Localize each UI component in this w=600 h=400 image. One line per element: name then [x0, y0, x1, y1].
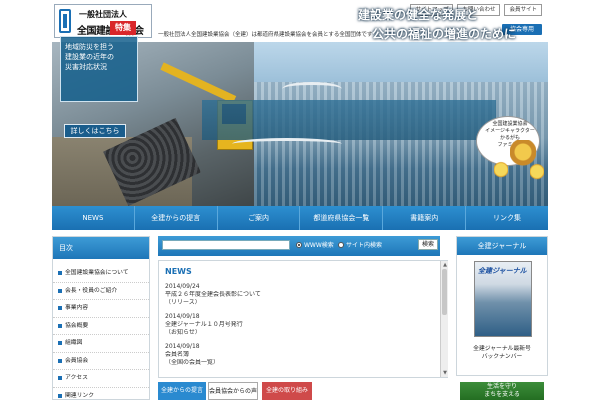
journal-caption: 全建ジャーナル最新号 バックナンバー: [457, 345, 547, 361]
news-date: 2014/09/18: [165, 343, 200, 350]
site-tagline: 一般社団法人全国建設業協会（全建）は都道府県建設業協会を会員とする全国団体です: [158, 32, 373, 38]
news-headline: 会員名簿: [165, 351, 190, 358]
scroll-up-icon[interactable]: ▲: [442, 262, 448, 268]
news-date: 2014/09/24: [165, 283, 200, 290]
green-banner-line-1: 生活を守り: [486, 383, 517, 390]
news-panel: NEWS 2014/09/24 平成２６年度全建会長表彰について （リリース） …: [158, 260, 448, 378]
site-logo[interactable]: 一般社団法人 全国建設業協会: [54, 4, 152, 38]
journal-section-title: 全建ジャーナル: [457, 237, 547, 255]
news-scroll-thumb[interactable]: [442, 269, 447, 315]
journal-latest-link[interactable]: 全建ジャーナル最新号: [457, 345, 547, 353]
feature-line-1: 地域防災を担う: [65, 43, 114, 51]
search-bar: WWW検索 サイト内検索: [158, 236, 440, 256]
feature-line-2: 建設業の近年の: [65, 53, 114, 61]
search-button[interactable]: 検索: [418, 239, 438, 250]
page: 一般社団法人 全国建設業協会 一般社団法人全国建設業協会（全建）は都道府県建設業…: [0, 0, 600, 400]
mascot-caption-line-1: 全国建設業協会: [492, 121, 528, 127]
journal-cover-title: 全建ジャーナル: [478, 267, 527, 275]
mascot-caption-line-2: イメージキャラクター: [485, 128, 535, 134]
news-item[interactable]: 2014/09/18 全建ジャーナル１０月号発行 （お知らせ）: [165, 313, 435, 337]
nav-prefecture-associations[interactable]: 都道府県協会一覧: [300, 206, 384, 230]
news-note: （リリース）: [165, 299, 201, 306]
tab-member-voices[interactable]: 会員協会からの声: [208, 382, 258, 400]
sidebar-item-organization[interactable]: 組織図: [53, 335, 149, 353]
search-input[interactable]: [162, 240, 290, 250]
mascot-duckling-right-icon: [530, 162, 544, 186]
left-sidebar: 目次 全国建設業協会について 会長・役員のご紹介 事業内容 協会概要 組織図 会…: [52, 236, 150, 400]
news-note: （全国の会員一覧）: [165, 359, 220, 366]
scroll-down-icon[interactable]: ▼: [442, 370, 448, 376]
journal-backnumber-link[interactable]: バックナンバー: [457, 353, 547, 361]
sidebar-list: 全国建設業協会について 会長・役員のご紹介 事業内容 協会概要 組織図 会員協会…: [53, 265, 149, 400]
sidebar-item-access[interactable]: アクセス: [53, 370, 149, 388]
news-scrollbar[interactable]: ▲ ▼: [440, 261, 448, 377]
logo-subtitle: 一般社団法人: [79, 10, 127, 19]
logo-mark-icon: [59, 9, 71, 33]
nav-news[interactable]: NEWS: [52, 206, 135, 230]
radio-site-label: サイト内検索: [346, 242, 383, 249]
hero-headline-line2: 公共の福祉の増進のために: [372, 27, 517, 41]
sidebar-item-overview[interactable]: 協会概要: [53, 318, 149, 335]
sidebar-item-officers[interactable]: 会長・役員のご紹介: [53, 283, 149, 300]
news-headline: 平成２６年度全建会長表彰について: [165, 291, 261, 298]
sidebar-title: 目次: [53, 237, 149, 259]
radio-www-label: WWW検索: [304, 242, 334, 249]
news-item[interactable]: 2014/09/24 平成２６年度全建会長表彰について （リリース）: [165, 283, 435, 307]
news-date: 2014/09/18: [165, 313, 200, 320]
right-sidebar: 全建ジャーナル 全建ジャーナル 全建ジャーナル最新号 バックナンバー: [456, 236, 548, 376]
news-note: （お知らせ）: [165, 329, 201, 336]
radio-www[interactable]: [296, 242, 302, 248]
journal-cover[interactable]: 全建ジャーナル: [474, 261, 532, 337]
mascot-duckling-left-icon: [494, 160, 508, 184]
sidebar-item-business[interactable]: 事業内容: [53, 300, 149, 318]
tab-proposals[interactable]: 全建からの提言: [158, 382, 206, 400]
hero-headline-line1: 建設業の健全な発展と: [358, 8, 479, 22]
tab-initiatives[interactable]: 全建の取り組み: [262, 382, 312, 400]
hero-bridge: [282, 82, 342, 96]
feature-panel[interactable]: 地域防災を担う 建設業の近年の 災害対応状況: [60, 36, 138, 102]
green-banner-line-2: まちを支える: [484, 391, 520, 398]
hero-river: [202, 100, 496, 140]
feature-line-3: 災害対応状況: [65, 63, 107, 71]
nav-links[interactable]: リンク集: [466, 206, 548, 230]
main-nav: NEWS 全建からの提言 ご案内 都道府県協会一覧 書籍案内 リンク集: [52, 206, 548, 230]
sidebar-item-members[interactable]: 会員協会: [53, 353, 149, 370]
news-list: 2014/09/24 平成２６年度全建会長表彰について （リリース） 2014/…: [165, 283, 435, 373]
sidebar-item-about[interactable]: 全国建設業協会について: [53, 265, 149, 283]
hero-bridge-lower: [232, 138, 342, 150]
feature-badge: 特集: [110, 21, 136, 35]
news-headline: 全建ジャーナル１０月号発行: [165, 321, 243, 328]
nav-proposals[interactable]: 全建からの提言: [135, 206, 218, 230]
radio-site[interactable]: [338, 242, 344, 248]
green-banner[interactable]: 生活を守り まちを支える: [460, 382, 544, 400]
feature-details-button[interactable]: 詳しくはこちら: [64, 124, 126, 138]
top-link-member-site[interactable]: 会員サイト: [504, 4, 542, 16]
excavator-arm: [160, 62, 237, 104]
nav-books[interactable]: 書籍案内: [383, 206, 467, 230]
news-title: NEWS: [165, 267, 192, 276]
news-item[interactable]: 2014/09/18 会員名簿 （全国の会員一覧）: [165, 343, 435, 367]
sidebar-item-related-links[interactable]: 関連リンク: [53, 388, 149, 400]
nav-guide[interactable]: ご案内: [218, 206, 301, 230]
